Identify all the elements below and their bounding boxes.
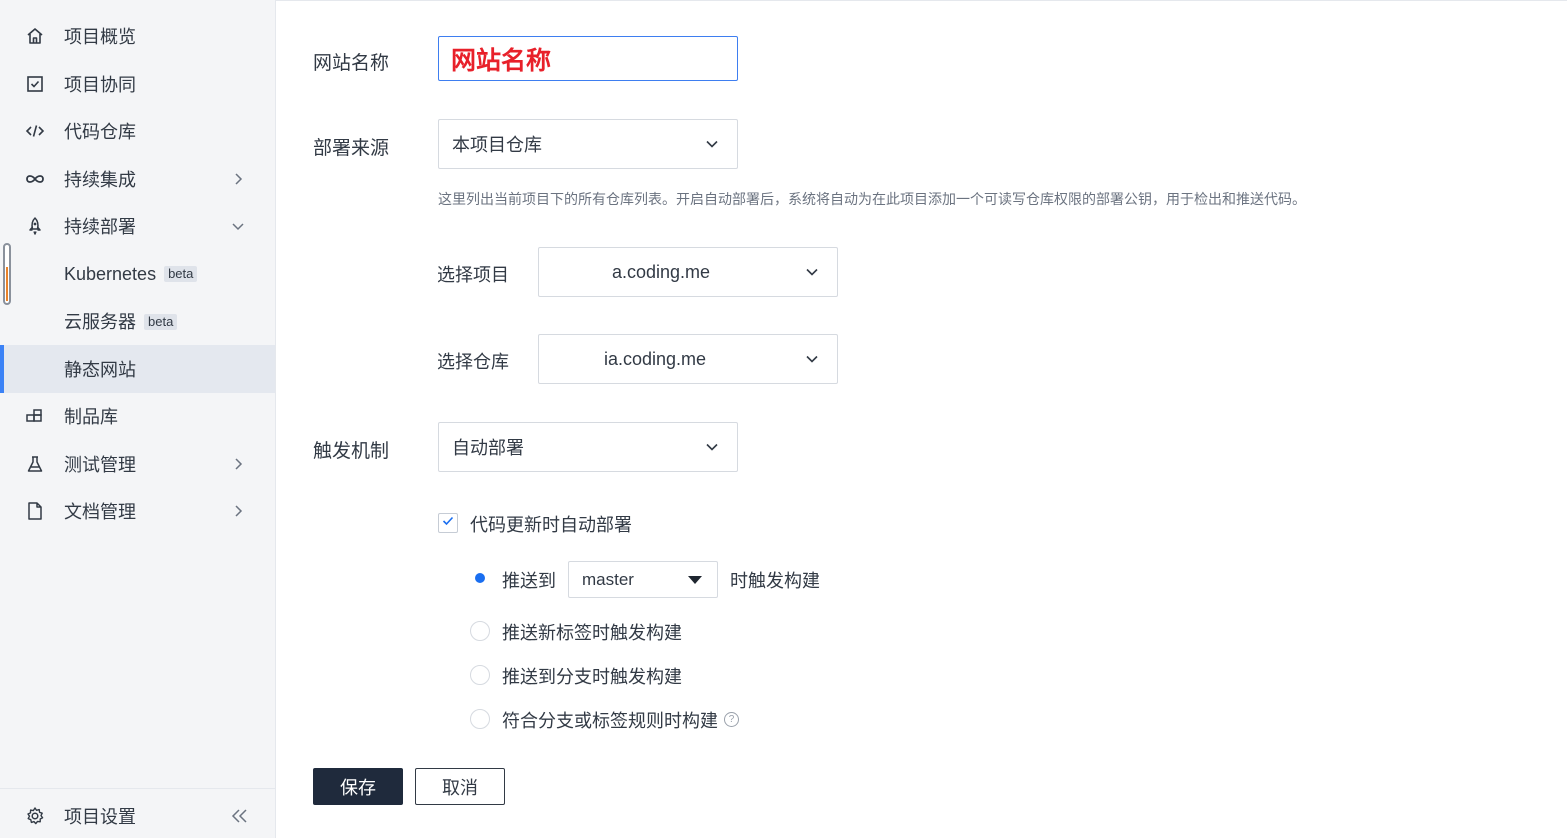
chevron-right-icon: [228, 454, 248, 474]
flask-icon: [24, 453, 46, 475]
rocket-icon: [24, 215, 46, 237]
repo-select-value: ia.coding.me: [604, 348, 707, 369]
chevron-down-icon: [703, 438, 721, 456]
source-select[interactable]: 本项目仓库: [438, 119, 738, 169]
sidebar-item-artifacts[interactable]: 制品库: [0, 393, 275, 439]
repo-label: 选择仓库: [437, 352, 509, 372]
trigger-label: 触发机制: [313, 441, 390, 462]
radio-branch-label: 推送到分支时触发构建: [502, 667, 682, 687]
sidebar-item-label: 测试管理: [64, 455, 136, 475]
radio-push-to[interactable]: [470, 568, 490, 588]
radio-push-to-suffix: 时触发构建: [730, 571, 820, 591]
document-icon: [24, 500, 46, 522]
project-select[interactable]: a.coding.me: [538, 247, 838, 297]
sidebar-item-docs[interactable]: 文档管理: [0, 488, 275, 534]
sidebar-item-label: 项目协同: [64, 75, 136, 95]
chevron-right-icon: [228, 169, 248, 189]
sidebar-item-label: 代码仓库: [64, 122, 136, 142]
sidebar-item-cd[interactable]: 持续部署: [0, 203, 275, 249]
home-icon: [24, 25, 46, 47]
sidebar-item-label: Kubernetes: [64, 263, 157, 284]
sidebar: 项目概览 项目协同 代码仓库 持续集成 持续部署 Kubernetes beta…: [0, 0, 276, 838]
sidebar-item-label: 持续集成: [64, 170, 136, 190]
auto-deploy-checkbox[interactable]: [438, 513, 458, 533]
radio-rule-label: 符合分支或标签规则时构建: [502, 711, 718, 731]
sidebar-item-label: 文档管理: [64, 502, 136, 522]
sidebar-item-label-wrap: 云服务器 beta: [64, 308, 178, 334]
repo-select[interactable]: ia.coding.me: [538, 334, 838, 384]
beta-badge: beta: [164, 265, 198, 282]
trigger-select[interactable]: 自动部署: [438, 422, 738, 472]
source-hint: 这里列出当前项目下的所有仓库列表。开启自动部署后，系统将自动为在此项目添加一个可…: [438, 191, 1306, 207]
chevron-down-icon: [803, 263, 821, 281]
caret-down-icon: [688, 576, 702, 584]
sidebar-item-label: 持续部署: [64, 217, 136, 237]
redacted-text: [552, 354, 604, 364]
beta-badge: beta: [144, 314, 178, 331]
sidebar-item-repository[interactable]: 代码仓库: [0, 108, 275, 154]
save-button[interactable]: 保存: [313, 768, 403, 805]
branch-select-value: master: [582, 569, 634, 589]
check-icon: [441, 514, 455, 533]
radio-rule[interactable]: [470, 709, 490, 729]
radio-new-tag[interactable]: [470, 621, 490, 641]
sidebar-item-collaboration[interactable]: 项目协同: [0, 61, 275, 107]
sidebar-item-kubernetes[interactable]: Kubernetes beta: [0, 251, 275, 297]
sidebar-item-label: 项目概览: [64, 27, 136, 47]
sidebar-item-label: 静态网站: [64, 360, 136, 380]
sidebar-item-ci[interactable]: 持续集成: [0, 156, 275, 202]
project-label: 选择项目: [437, 265, 509, 285]
sidebar-item-static-site[interactable]: 静态网站: [0, 345, 275, 393]
sidebar-item-settings[interactable]: 项目设置: [0, 793, 275, 838]
branch-select[interactable]: master: [568, 561, 718, 598]
sidebar-item-label: 云服务器: [64, 312, 136, 332]
gear-icon: [24, 805, 46, 827]
chevron-down-icon: [228, 216, 248, 236]
top-divider: [276, 0, 1567, 1]
help-icon[interactable]: ?: [724, 712, 739, 727]
code-icon: [24, 120, 46, 142]
double-chevron-left-icon[interactable]: [230, 806, 250, 826]
radio-branch[interactable]: [470, 665, 490, 685]
auto-deploy-label: 代码更新时自动部署: [470, 515, 632, 535]
site-name-label: 网站名称: [313, 53, 390, 74]
radio-new-tag-label: 推送新标签时触发构建: [502, 623, 682, 643]
chevron-right-icon: [228, 501, 248, 521]
radio-push-to-label: 推送到: [502, 571, 556, 591]
sidebar-item-label-wrap: Kubernetes beta: [64, 263, 198, 285]
redacted-text: [552, 267, 612, 277]
infinity-icon: [24, 168, 46, 190]
trigger-select-value: 自动部署: [452, 438, 524, 458]
chevron-down-icon: [703, 135, 721, 153]
source-select-value: 本项目仓库: [452, 135, 542, 155]
project-select-value: a.coding.me: [612, 261, 711, 282]
sidebar-item-testing[interactable]: 测试管理: [0, 441, 275, 487]
site-name-input[interactable]: 网站名称: [438, 36, 738, 81]
chevron-down-icon: [803, 350, 821, 368]
app-root: 项目概览 项目协同 代码仓库 持续集成 持续部署 Kubernetes beta…: [0, 0, 1567, 838]
sidebar-item-overview[interactable]: 项目概览: [0, 13, 275, 59]
sidebar-item-label: 制品库: [64, 407, 118, 427]
sidebar-footer: 项目设置: [0, 788, 275, 838]
sidebar-item-label: 项目设置: [64, 807, 136, 827]
package-icon: [24, 405, 46, 427]
checkbox-icon: [24, 73, 46, 95]
source-label: 部署来源: [313, 138, 390, 159]
sidebar-scrollbar[interactable]: [3, 243, 11, 305]
sidebar-item-cloud-server[interactable]: 云服务器 beta: [0, 298, 275, 344]
cancel-button[interactable]: 取消: [415, 768, 505, 805]
